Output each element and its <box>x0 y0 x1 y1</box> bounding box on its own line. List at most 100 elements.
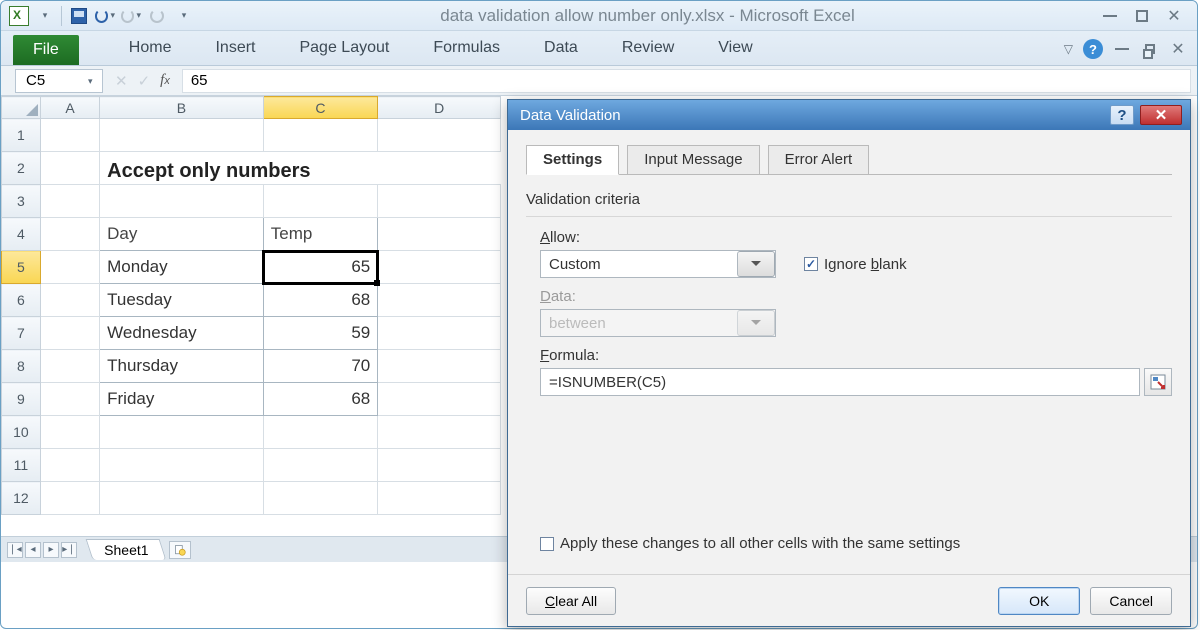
redo-icon <box>121 9 134 23</box>
checkbox-icon <box>804 257 818 271</box>
cell-c5[interactable]: 65 <box>263 251 378 284</box>
formula-value: =ISNUMBER(C5) <box>549 374 666 391</box>
minimize-ribbon-button[interactable]: ▽ <box>1064 42 1073 56</box>
cell-c4[interactable]: Temp <box>263 218 378 251</box>
new-sheet-button[interactable] <box>169 541 191 559</box>
allow-label: Allow: <box>540 229 1172 246</box>
tab-formulas[interactable]: Formulas <box>411 33 522 65</box>
sheet-tab-sheet1[interactable]: Sheet1 <box>86 539 167 560</box>
undo-icon <box>150 9 164 23</box>
cell-b9[interactable]: Friday <box>100 383 264 416</box>
maximize-button[interactable] <box>1133 7 1151 25</box>
row-header[interactable]: 6 <box>2 284 41 317</box>
undo-button-2[interactable] <box>146 5 168 27</box>
cell-c6[interactable]: 68 <box>263 284 378 317</box>
tab-home[interactable]: Home <box>107 33 194 65</box>
enter-formula-icon[interactable]: ✓ <box>138 72 151 90</box>
apply-all-label: Apply these changes to all other cells w… <box>560 535 960 552</box>
excel-menu-button[interactable]: ▾ <box>33 5 55 27</box>
next-sheet-button[interactable]: ▸ <box>43 542 59 558</box>
save-icon <box>71 8 87 24</box>
apply-all-checkbox[interactable]: Apply these changes to all other cells w… <box>540 535 960 552</box>
chevron-down-icon <box>737 251 775 277</box>
row-header[interactable]: 4 <box>2 218 41 251</box>
range-selector-icon <box>1150 374 1166 390</box>
row-header[interactable]: 9 <box>2 383 41 416</box>
cell-c8[interactable]: 70 <box>263 350 378 383</box>
cell-b6[interactable]: Tuesday <box>100 284 264 317</box>
row-header[interactable]: 11 <box>2 449 41 482</box>
tab-review[interactable]: Review <box>600 33 696 65</box>
range-selector-button[interactable] <box>1144 368 1172 396</box>
minimize-button[interactable] <box>1101 7 1119 25</box>
first-sheet-button[interactable]: ❘◂ <box>7 542 23 558</box>
col-header-b[interactable]: B <box>100 97 264 119</box>
last-sheet-button[interactable]: ▸❘ <box>61 542 77 558</box>
formula-input[interactable]: =ISNUMBER(C5) <box>540 368 1140 396</box>
window-title: data validation allow number only.xlsx -… <box>194 6 1101 26</box>
tab-data[interactable]: Data <box>522 33 600 65</box>
cell-c7[interactable]: 59 <box>263 317 378 350</box>
undo-button[interactable]: ▾ <box>94 5 116 27</box>
dialog-footer: Clear All OK Cancel <box>508 574 1190 626</box>
sheet-tab-label: Sheet1 <box>104 542 148 558</box>
excel-icon <box>9 6 29 26</box>
cell-b4[interactable]: Day <box>100 218 264 251</box>
fx-icon[interactable]: fx <box>160 72 170 90</box>
cell-b7[interactable]: Wednesday <box>100 317 264 350</box>
ignore-blank-label: Ignore blank <box>824 256 907 273</box>
clear-all-button[interactable]: Clear All <box>526 587 616 615</box>
ignore-blank-checkbox[interactable]: Ignore blank <box>804 256 907 273</box>
col-header-c[interactable]: C <box>263 97 378 119</box>
dialog-titlebar[interactable]: Data Validation ? ✕ <box>508 100 1190 130</box>
chevron-down-icon <box>737 310 775 336</box>
workbook-minimize-button[interactable] <box>1113 40 1131 58</box>
close-button[interactable]: ✕ <box>1165 7 1183 25</box>
select-all-corner[interactable] <box>2 97 41 119</box>
tab-file[interactable]: File <box>13 35 79 65</box>
row-header[interactable]: 10 <box>2 416 41 449</box>
prev-sheet-button[interactable]: ◂ <box>25 542 41 558</box>
tab-insert[interactable]: Insert <box>193 33 277 65</box>
dialog-tabs: Settings Input Message Error Alert <box>526 144 1172 175</box>
row-header[interactable]: 8 <box>2 350 41 383</box>
tab-page-layout[interactable]: Page Layout <box>277 33 411 65</box>
row-header[interactable]: 12 <box>2 482 41 515</box>
workbook-close-button[interactable]: ✕ <box>1169 40 1187 58</box>
cell-b8[interactable]: Thursday <box>100 350 264 383</box>
tab-error-alert[interactable]: Error Alert <box>768 145 870 175</box>
row-header[interactable]: 1 <box>2 119 41 152</box>
ribbon: File Home Insert Page Layout Formulas Da… <box>1 31 1197 66</box>
dialog-help-button[interactable]: ? <box>1110 105 1134 125</box>
formula-input[interactable]: 65 <box>182 69 1191 93</box>
tab-view[interactable]: View <box>696 33 774 65</box>
cell-b5[interactable]: Monday <box>100 251 264 284</box>
formula-text: 65 <box>191 72 208 89</box>
data-value: between <box>549 315 606 332</box>
cancel-button[interactable]: Cancel <box>1090 587 1172 615</box>
tab-input-message[interactable]: Input Message <box>627 145 759 175</box>
help-button[interactable]: ? <box>1083 39 1103 59</box>
row-header[interactable]: 5 <box>2 251 41 284</box>
formula-bar: C5 ▾ ✕ ✓ fx 65 <box>1 66 1197 96</box>
qat-customize-button[interactable]: ▾ <box>172 5 194 27</box>
redo-button[interactable]: ▾ <box>120 5 142 27</box>
workbook-restore-button[interactable] <box>1141 40 1159 58</box>
allow-combo[interactable]: Custom <box>540 250 776 278</box>
save-button[interactable] <box>68 5 90 27</box>
app-window: ▾ ▾ ▾ ▾ data validation allow number onl… <box>0 0 1198 629</box>
data-combo: between <box>540 309 776 337</box>
name-box[interactable]: C5 ▾ <box>15 69 103 93</box>
dialog-close-button[interactable]: ✕ <box>1140 105 1182 125</box>
row-header[interactable]: 3 <box>2 185 41 218</box>
row-header[interactable]: 7 <box>2 317 41 350</box>
cell-c9[interactable]: 68 <box>263 383 378 416</box>
tab-settings[interactable]: Settings <box>526 145 619 175</box>
allow-value: Custom <box>549 256 601 273</box>
ok-button[interactable]: OK <box>998 587 1080 615</box>
row-header[interactable]: 2 <box>2 152 41 185</box>
cancel-formula-icon[interactable]: ✕ <box>115 72 128 90</box>
col-header-d[interactable]: D <box>378 97 501 119</box>
sheet-title[interactable]: Accept only numbers <box>100 152 501 185</box>
col-header-a[interactable]: A <box>40 97 99 119</box>
